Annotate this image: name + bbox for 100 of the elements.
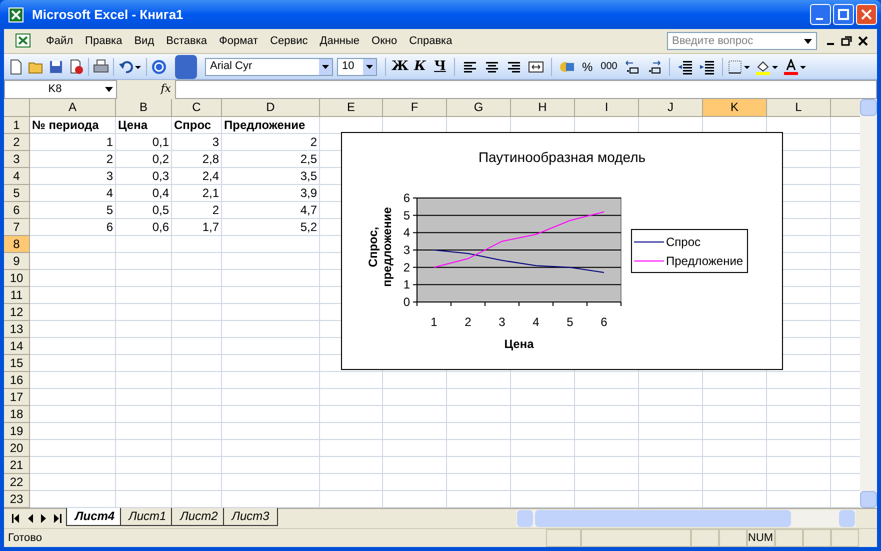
previous-sheet-icon[interactable] [26, 514, 34, 523]
row-header[interactable]: 9 [4, 253, 30, 270]
close-button[interactable] [856, 4, 877, 25]
undo-icon[interactable] [118, 58, 134, 74]
font-color-icon[interactable] [783, 58, 800, 74]
row-header[interactable]: 20 [4, 440, 30, 457]
x-tick-label: 4 [532, 315, 540, 329]
toolbar-options-handle[interactable] [175, 54, 197, 78]
status-text: Готово [7, 530, 43, 546]
x-tick-label: 6 [600, 315, 608, 329]
row-header[interactable]: 12 [4, 304, 30, 321]
decrease-decimal-icon[interactable] [646, 58, 662, 74]
menu-item[interactable]: Формат [213, 32, 264, 50]
close-icon[interactable] [857, 35, 869, 47]
table-cell-text: 0,1 [151, 134, 170, 151]
row-header[interactable]: 11 [4, 287, 30, 304]
legend-label: Спрос [666, 234, 701, 250]
row-header[interactable]: 1 [4, 117, 30, 134]
row-header[interactable]: 7 [4, 219, 30, 236]
menu-item[interactable]: Данные [314, 32, 366, 50]
scroll-thumb[interactable] [535, 510, 791, 527]
row-header[interactable]: 6 [4, 202, 30, 219]
dropdown-button[interactable] [319, 58, 332, 74]
row-header[interactable]: 22 [4, 474, 30, 491]
decrease-indent-icon[interactable] [677, 58, 694, 74]
row-header[interactable]: 5 [4, 185, 30, 202]
num-lock-indicator: NUM [747, 529, 775, 547]
save-icon[interactable] [48, 58, 64, 74]
menu-item[interactable]: Вставка [160, 32, 214, 50]
printer-icon[interactable] [93, 58, 109, 74]
window-title: Microsoft Excel - Книга1 [32, 6, 184, 24]
increase-indent-icon[interactable] [699, 58, 716, 74]
formula-field[interactable] [175, 80, 877, 99]
table-cell-text: № периода [31, 117, 100, 134]
dropdown-button[interactable] [363, 58, 376, 74]
y-tick-label: 4 [403, 226, 410, 240]
minimize-button[interactable] [810, 4, 831, 25]
row-header[interactable]: 13 [4, 321, 30, 338]
column-header[interactable]: H [511, 99, 575, 117]
column-header[interactable]: E [320, 99, 383, 117]
function-label[interactable]: fx [160, 81, 171, 98]
increase-decimal-icon[interactable] [624, 58, 640, 74]
row-header[interactable]: 16 [4, 372, 30, 389]
font-name-field[interactable]: Arial Cyr [205, 58, 333, 76]
underline-button[interactable]: Ч [430, 56, 450, 76]
row-header[interactable]: 17 [4, 389, 30, 406]
x-tick-label: 5 [566, 315, 574, 329]
row-header[interactable]: 18 [4, 406, 30, 423]
menu-item[interactable]: Вид [128, 32, 160, 50]
column-header[interactable]: D [222, 99, 320, 117]
document-block-icon[interactable] [68, 58, 84, 74]
next-sheet-icon[interactable] [40, 514, 48, 523]
horizontal-scrollbar[interactable] [516, 510, 856, 527]
fill-bucket-icon[interactable] [755, 58, 772, 74]
name-box[interactable]: K8 [4, 80, 117, 99]
table-cell-text: 3,5 [299, 168, 318, 185]
row-header[interactable]: 8 [4, 236, 30, 253]
menu-item[interactable]: Правка [79, 32, 128, 50]
font-size-field[interactable]: 10 [337, 58, 377, 76]
column-header[interactable]: F [383, 99, 447, 117]
column-header[interactable]: C [172, 99, 222, 117]
italic-button[interactable]: К [410, 56, 430, 76]
menu-item[interactable]: Окно [366, 32, 404, 50]
help-search-field[interactable]: Введите вопрос [667, 32, 817, 50]
table-cell-text: 0,3 [151, 168, 170, 185]
column-header[interactable]: G [447, 99, 511, 117]
percent-button[interactable]: % [578, 58, 597, 76]
borders-icon[interactable] [727, 58, 744, 74]
row-header[interactable]: 2 [4, 134, 30, 151]
maximize-button[interactable] [833, 4, 854, 25]
table-cell-text: 2 [105, 151, 114, 168]
sheet-tab[interactable]: Лист3 [222, 508, 278, 526]
column-header[interactable]: K [703, 99, 767, 117]
help-icon[interactable] [151, 58, 167, 74]
column-header[interactable]: B [116, 99, 172, 117]
row-header[interactable]: 19 [4, 423, 30, 440]
row-header[interactable]: 14 [4, 338, 30, 355]
row-header[interactable]: 4 [4, 168, 30, 185]
row-header[interactable]: 23 [4, 491, 30, 508]
restore-icon[interactable] [841, 35, 853, 47]
table-cell-text: 4 [105, 185, 114, 202]
row-header[interactable]: 15 [4, 355, 30, 372]
bold-button[interactable]: Ж [390, 56, 410, 76]
column-header[interactable]: A [30, 99, 116, 117]
last-sheet-icon[interactable] [54, 514, 62, 523]
row-header[interactable]: 21 [4, 457, 30, 474]
column-header[interactable]: J [639, 99, 703, 117]
menu-item[interactable]: Файл [40, 32, 80, 50]
first-sheet-icon[interactable] [12, 514, 20, 523]
new-document-icon[interactable] [8, 58, 24, 74]
row-header[interactable]: 10 [4, 270, 30, 287]
thousands-button[interactable]: 000 [596, 59, 622, 74]
merge-center-icon[interactable] [528, 58, 544, 74]
menu-item[interactable]: Справка [403, 32, 458, 50]
row-header[interactable]: 3 [4, 151, 30, 168]
y-tick-label: 3 [403, 243, 410, 257]
column-header[interactable]: L [767, 99, 831, 117]
column-header[interactable]: I [575, 99, 639, 117]
x-tick-label: 3 [498, 315, 506, 329]
menu-item[interactable]: Сервис [264, 32, 314, 50]
